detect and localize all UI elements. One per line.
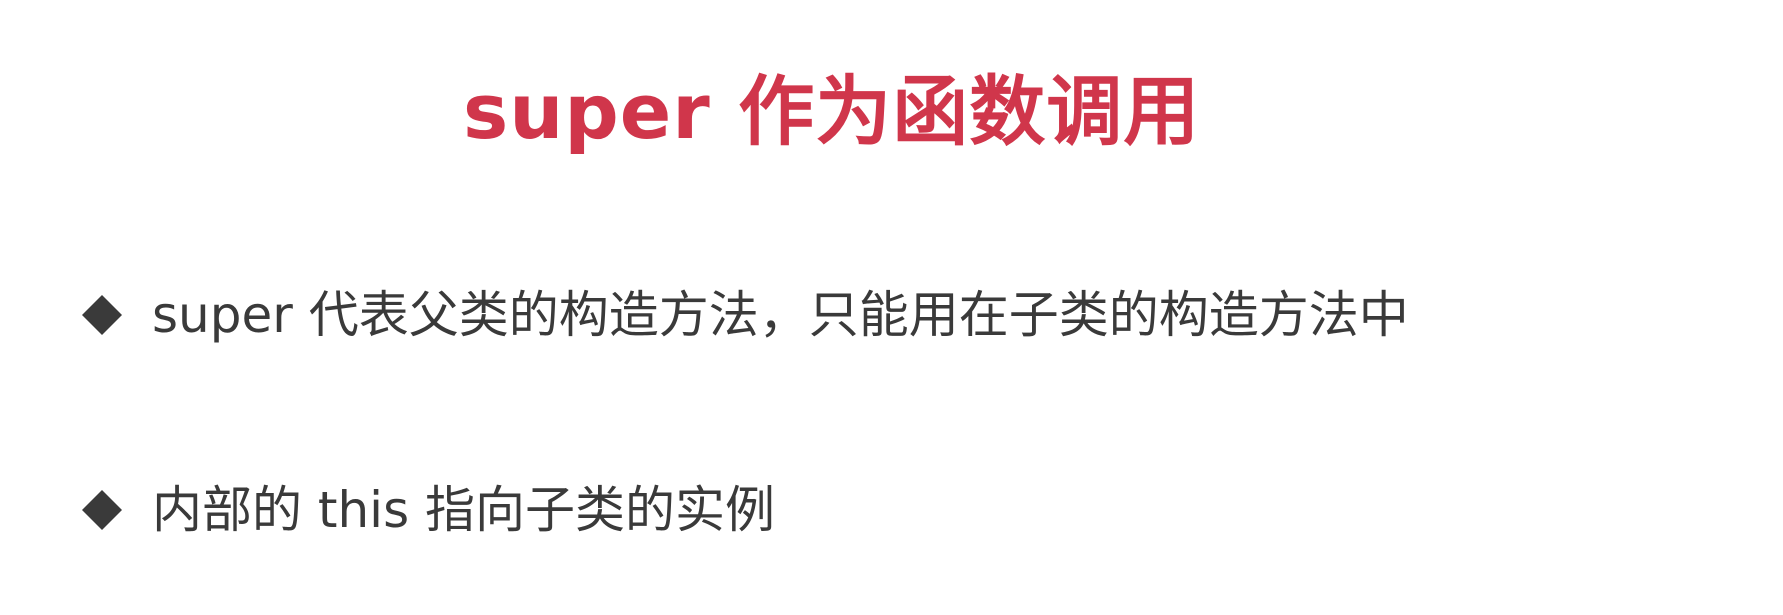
bullet-item: 内部的 this 指向子类的实例: [80, 475, 775, 545]
bullet-text: super 代表父类的构造方法，只能用在子类的构造方法中: [152, 286, 1409, 344]
diamond-bullet-icon: [80, 293, 124, 337]
slide-title: super 作为函数调用: [463, 67, 1201, 156]
diamond-bullet-icon: [80, 488, 124, 532]
bullet-item: super 代表父类的构造方法，只能用在子类的构造方法中: [80, 280, 1409, 350]
bullet-text: 内部的 this 指向子类的实例: [152, 481, 776, 539]
slide: super 作为函数调用 super 代表父类的构造方法，只能用在子类的构造方法…: [0, 0, 1783, 615]
